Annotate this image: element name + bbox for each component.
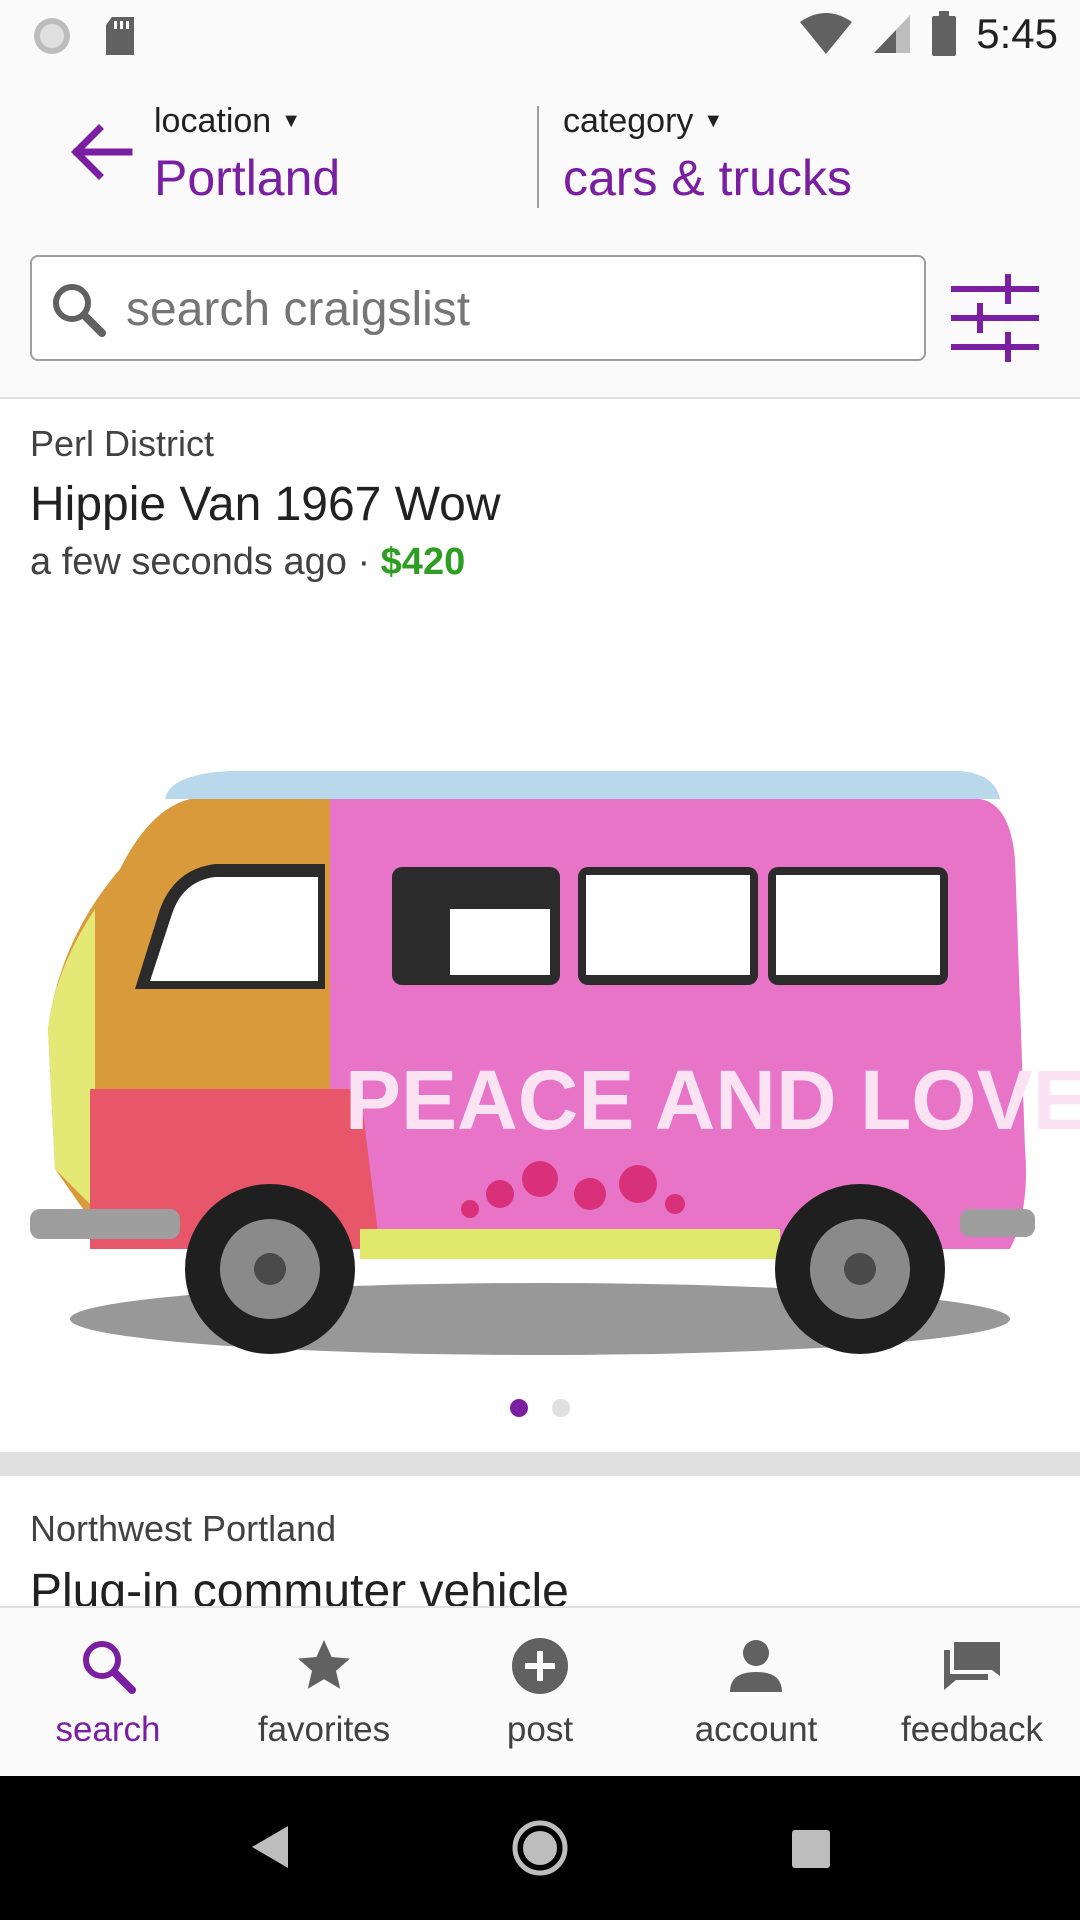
nav-label: post [506, 1710, 574, 1749]
sync-icon [34, 18, 70, 54]
search-icon [53, 284, 106, 337]
listing-area: Northwest Portland [30, 1508, 337, 1549]
nav-favorites[interactable]: favorites [216, 1608, 432, 1778]
app-header: location ▼ Portland category ▼ cars & truc… [0, 72, 1080, 227]
pager-dot [552, 1399, 570, 1417]
location-value: Portland [154, 150, 341, 206]
listing-title[interactable]: Plug-in commuter vehicle [30, 1564, 569, 1606]
back-arrow-icon [71, 124, 133, 180]
filter-sliders-icon[interactable] [950, 273, 1040, 363]
status-bar: 5:45 [0, 0, 1080, 72]
nav-account[interactable]: account [648, 1608, 864, 1778]
system-home-icon[interactable] [512, 1820, 568, 1876]
chat-bubbles-icon [944, 1642, 1000, 1690]
system-recents-icon[interactable] [792, 1830, 830, 1868]
back-button[interactable] [60, 117, 140, 187]
search-icon [83, 1641, 136, 1694]
sd-card-icon [106, 17, 134, 55]
listing-price: $420 [380, 541, 466, 583]
nav-post[interactable]: post [432, 1608, 648, 1778]
search-input[interactable] [124, 271, 908, 347]
nav-label: search [55, 1710, 161, 1749]
listing-separator [0, 1452, 1080, 1476]
dropdown-caret-icon: ▼ [703, 110, 724, 132]
person-icon [730, 1640, 782, 1692]
dropdown-caret-icon: ▼ [281, 110, 301, 132]
bottom-navigation: search favorites post account feedback [0, 1606, 1080, 1778]
signal-icon [874, 15, 911, 53]
location-label: location [154, 102, 272, 140]
clock: 5:45 [976, 10, 1058, 57]
pager-dot-active [510, 1399, 528, 1417]
listing-area: Perl District [30, 423, 215, 464]
listing-card[interactable]: Northwest Portland Plug-in commuter vehi… [0, 1476, 1080, 1606]
nav-label: account [694, 1710, 818, 1749]
meta-separator: · [357, 541, 371, 583]
header-divider [537, 106, 539, 208]
wifi-icon [800, 13, 853, 54]
category-label: category [563, 102, 694, 140]
listing-meta: a few seconds ago · $420 [30, 541, 465, 584]
category-selector[interactable]: category ▼ cars & trucks [563, 102, 852, 207]
image-pager-dots [0, 1399, 1080, 1417]
battery-icon [932, 11, 957, 56]
listing-title[interactable]: Hippie Van 1967 Wow [30, 477, 501, 532]
van-slogan: PEACE AND LOVE [345, 1053, 1080, 1147]
nav-search[interactable]: search [0, 1608, 216, 1778]
system-navigation-bar [0, 1776, 1080, 1920]
search-box[interactable] [30, 255, 926, 361]
nav-feedback[interactable]: feedback [864, 1608, 1080, 1778]
search-bar-area [0, 227, 1080, 399]
nav-label: favorites [257, 1710, 391, 1749]
listing-posted-time: a few seconds ago [30, 541, 347, 583]
location-selector[interactable]: location ▼ Portland [154, 102, 340, 207]
nav-label: feedback [900, 1710, 1044, 1749]
category-value: cars & trucks [563, 150, 852, 206]
system-back-icon[interactable] [248, 1822, 292, 1872]
listing-photo-van[interactable]: PEACE AND LOVE [0, 609, 1080, 1389]
add-circle-icon [512, 1638, 568, 1694]
star-icon [298, 1640, 350, 1689]
